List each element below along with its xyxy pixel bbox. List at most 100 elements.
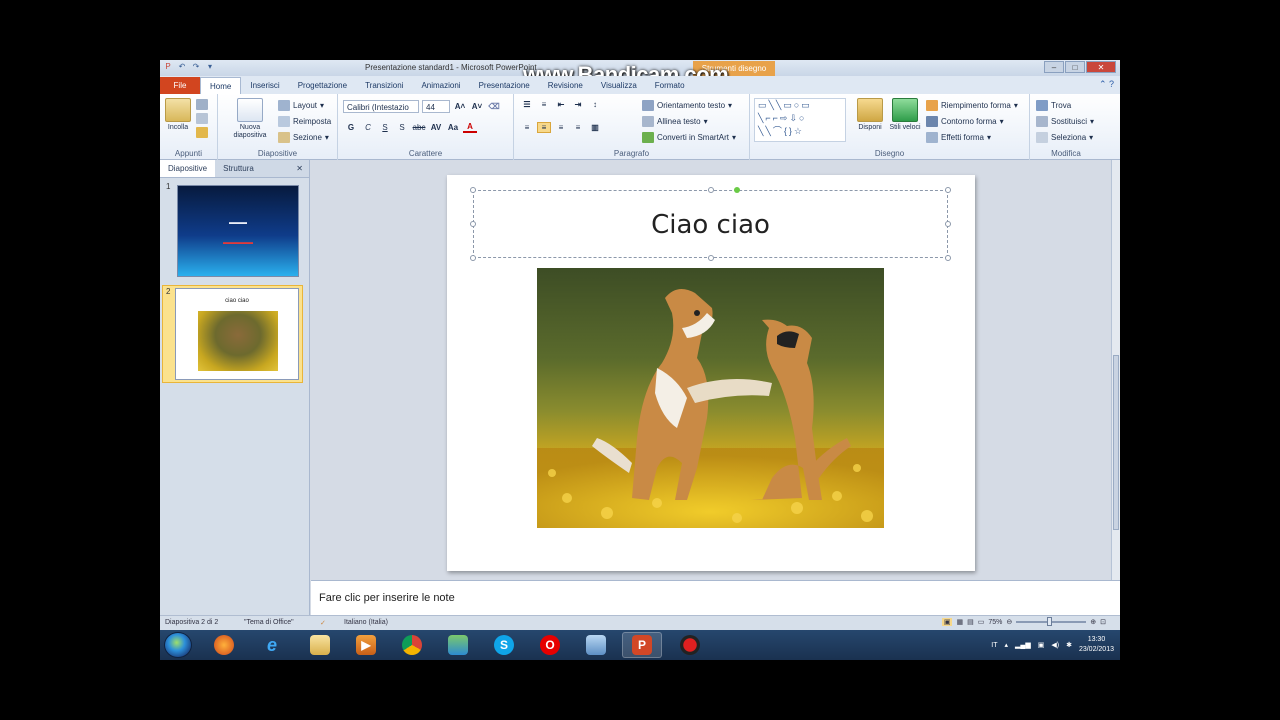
- section-button[interactable]: Sezione ▾: [278, 132, 329, 143]
- increase-indent-icon[interactable]: ⇥: [571, 100, 585, 109]
- network-app-taskbar-button[interactable]: [576, 632, 616, 658]
- align-left-icon[interactable]: ≡: [520, 123, 534, 132]
- powerpoint-taskbar-button[interactable]: P: [622, 632, 662, 658]
- resize-handle[interactable]: [945, 187, 951, 193]
- vertical-scrollbar[interactable]: [1111, 160, 1120, 580]
- resize-handle[interactable]: [470, 187, 476, 193]
- resize-handle[interactable]: [470, 255, 476, 261]
- bluetooth-icon[interactable]: ✱: [1066, 641, 1072, 649]
- resize-handle[interactable]: [470, 221, 476, 227]
- resize-handle[interactable]: [708, 187, 714, 193]
- explorer-taskbar-button[interactable]: [300, 632, 340, 658]
- arrange-button[interactable]: Disponi: [853, 98, 887, 132]
- font-size-box[interactable]: 44: [422, 100, 450, 113]
- line-spacing-icon[interactable]: ↕: [588, 100, 602, 109]
- show-hidden-icons-icon[interactable]: ▴: [1004, 641, 1008, 649]
- vodafone-taskbar-button[interactable]: O: [530, 632, 570, 658]
- signal-icon[interactable]: ▂▄▆: [1015, 641, 1031, 649]
- volume-icon[interactable]: ◀): [1051, 641, 1059, 649]
- reading-view-icon[interactable]: ▤: [967, 618, 974, 626]
- start-button[interactable]: [164, 632, 192, 658]
- numbering-icon[interactable]: ≡: [537, 100, 551, 109]
- tab-view[interactable]: Visualizza: [592, 77, 646, 94]
- justify-icon[interactable]: ≡: [571, 123, 585, 132]
- slide-thumbnail-1[interactable]: ▬▬▬ ▬▬▬▬▬: [177, 185, 299, 277]
- resize-handle[interactable]: [945, 221, 951, 227]
- fit-slide-icon[interactable]: ⊡: [1100, 618, 1106, 626]
- zoom-slider-knob[interactable]: [1047, 617, 1053, 626]
- chrome-taskbar-button[interactable]: [392, 632, 432, 658]
- shapes-gallery[interactable]: ▭╲╲▭○▭ ╲⌐⌐⇨⇩○ ╲╲⌒{}☆: [754, 98, 846, 142]
- maximize-button[interactable]: □: [1065, 61, 1085, 73]
- tab-animations[interactable]: Animazioni: [412, 77, 469, 94]
- tab-home[interactable]: Home: [200, 77, 242, 94]
- ie-taskbar-button[interactable]: e: [252, 632, 292, 658]
- tab-transitions[interactable]: Transizioni: [356, 77, 412, 94]
- reset-button[interactable]: Reimposta: [278, 116, 331, 127]
- shape-outline-button[interactable]: Contorno forma ▾: [926, 116, 1004, 127]
- slide-thumbnail-2[interactable]: ciao ciao: [175, 288, 299, 380]
- clear-format-icon[interactable]: ⌫: [487, 102, 501, 111]
- notes-placeholder[interactable]: Fare clic per inserire le note: [319, 592, 455, 604]
- undo-icon[interactable]: ↶: [177, 62, 187, 72]
- zoom-level[interactable]: 75%: [988, 619, 1002, 626]
- language-indicator[interactable]: Italiano (Italia): [344, 619, 388, 626]
- text-direction-button[interactable]: Orientamento testo ▾: [642, 100, 732, 111]
- rotation-handle[interactable]: [734, 187, 740, 193]
- firefox-taskbar-button[interactable]: [204, 632, 244, 658]
- customize-qat-icon[interactable]: ▾: [205, 62, 215, 72]
- layout-button[interactable]: Layout ▾: [278, 100, 324, 111]
- font-name-box[interactable]: Calibri (Intestazio: [343, 100, 419, 113]
- find-button[interactable]: Trova: [1036, 100, 1071, 111]
- grow-font-icon[interactable]: A˄: [453, 102, 467, 111]
- shape-fill-button[interactable]: Riempimento forma ▾: [926, 100, 1018, 111]
- zoom-slider[interactable]: [1016, 617, 1087, 626]
- minimize-button[interactable]: –: [1044, 61, 1064, 73]
- copy-icon[interactable]: [196, 113, 208, 124]
- close-button[interactable]: ✕: [1086, 61, 1116, 73]
- normal-view-icon[interactable]: ▣: [941, 618, 953, 626]
- tab-outline[interactable]: Struttura: [215, 160, 262, 177]
- char-spacing-icon[interactable]: AV: [429, 123, 443, 132]
- shrink-font-icon[interactable]: A˅: [470, 102, 484, 111]
- tab-format[interactable]: Formato: [646, 77, 694, 94]
- replace-button[interactable]: Sostituisci ▾: [1036, 116, 1094, 127]
- redo-icon[interactable]: ↷: [191, 62, 201, 72]
- underline-button[interactable]: S: [378, 123, 392, 132]
- powerpoint-icon[interactable]: P: [163, 62, 173, 72]
- format-painter-icon[interactable]: [196, 127, 208, 138]
- font-color-icon[interactable]: A: [463, 122, 477, 133]
- new-slide-button[interactable]: Nuova diapositiva: [230, 98, 270, 140]
- shadow-button[interactable]: S: [395, 123, 409, 132]
- paste-button[interactable]: Incolla: [164, 98, 192, 132]
- tab-slides[interactable]: Diapositive: [160, 160, 216, 177]
- quick-styles-button[interactable]: Stili veloci: [888, 98, 922, 132]
- align-center-icon[interactable]: ≡: [537, 122, 551, 133]
- bold-button[interactable]: G: [344, 123, 358, 132]
- change-case-icon[interactable]: Aa: [446, 123, 460, 132]
- dogs-photo[interactable]: [537, 268, 884, 528]
- tab-insert[interactable]: Inserisci: [241, 77, 288, 94]
- shape-effects-button[interactable]: Effetti forma ▾: [926, 132, 991, 143]
- media-player-taskbar-button[interactable]: ▶: [346, 632, 386, 658]
- skype-taskbar-button[interactable]: S: [484, 632, 524, 658]
- align-right-icon[interactable]: ≡: [554, 123, 568, 132]
- strikethrough-icon[interactable]: abc: [412, 123, 426, 132]
- spellcheck-icon[interactable]: ✓: [320, 619, 326, 627]
- help-icon[interactable]: ⌃ ?: [1099, 79, 1114, 90]
- title-placeholder[interactable]: Ciao ciao: [470, 187, 951, 261]
- bullets-icon[interactable]: ☰: [520, 100, 534, 109]
- tab-file[interactable]: File: [160, 77, 200, 94]
- input-language[interactable]: IT: [991, 642, 997, 649]
- slide-sorter-icon[interactable]: ▦: [956, 618, 963, 626]
- columns-icon[interactable]: ▥: [588, 123, 602, 132]
- resize-handle[interactable]: [708, 255, 714, 261]
- messenger-taskbar-button[interactable]: [438, 632, 478, 658]
- zoom-in-icon[interactable]: ⊕: [1090, 618, 1096, 626]
- bandicam-taskbar-button[interactable]: [670, 632, 710, 658]
- tab-design[interactable]: Progettazione: [289, 77, 356, 94]
- italic-button[interactable]: C: [361, 123, 375, 132]
- slide-canvas[interactable]: Ciao ciao: [447, 175, 975, 571]
- clock[interactable]: 13:30 23/02/2013: [1079, 635, 1114, 655]
- slideshow-view-icon[interactable]: ▭: [978, 618, 985, 626]
